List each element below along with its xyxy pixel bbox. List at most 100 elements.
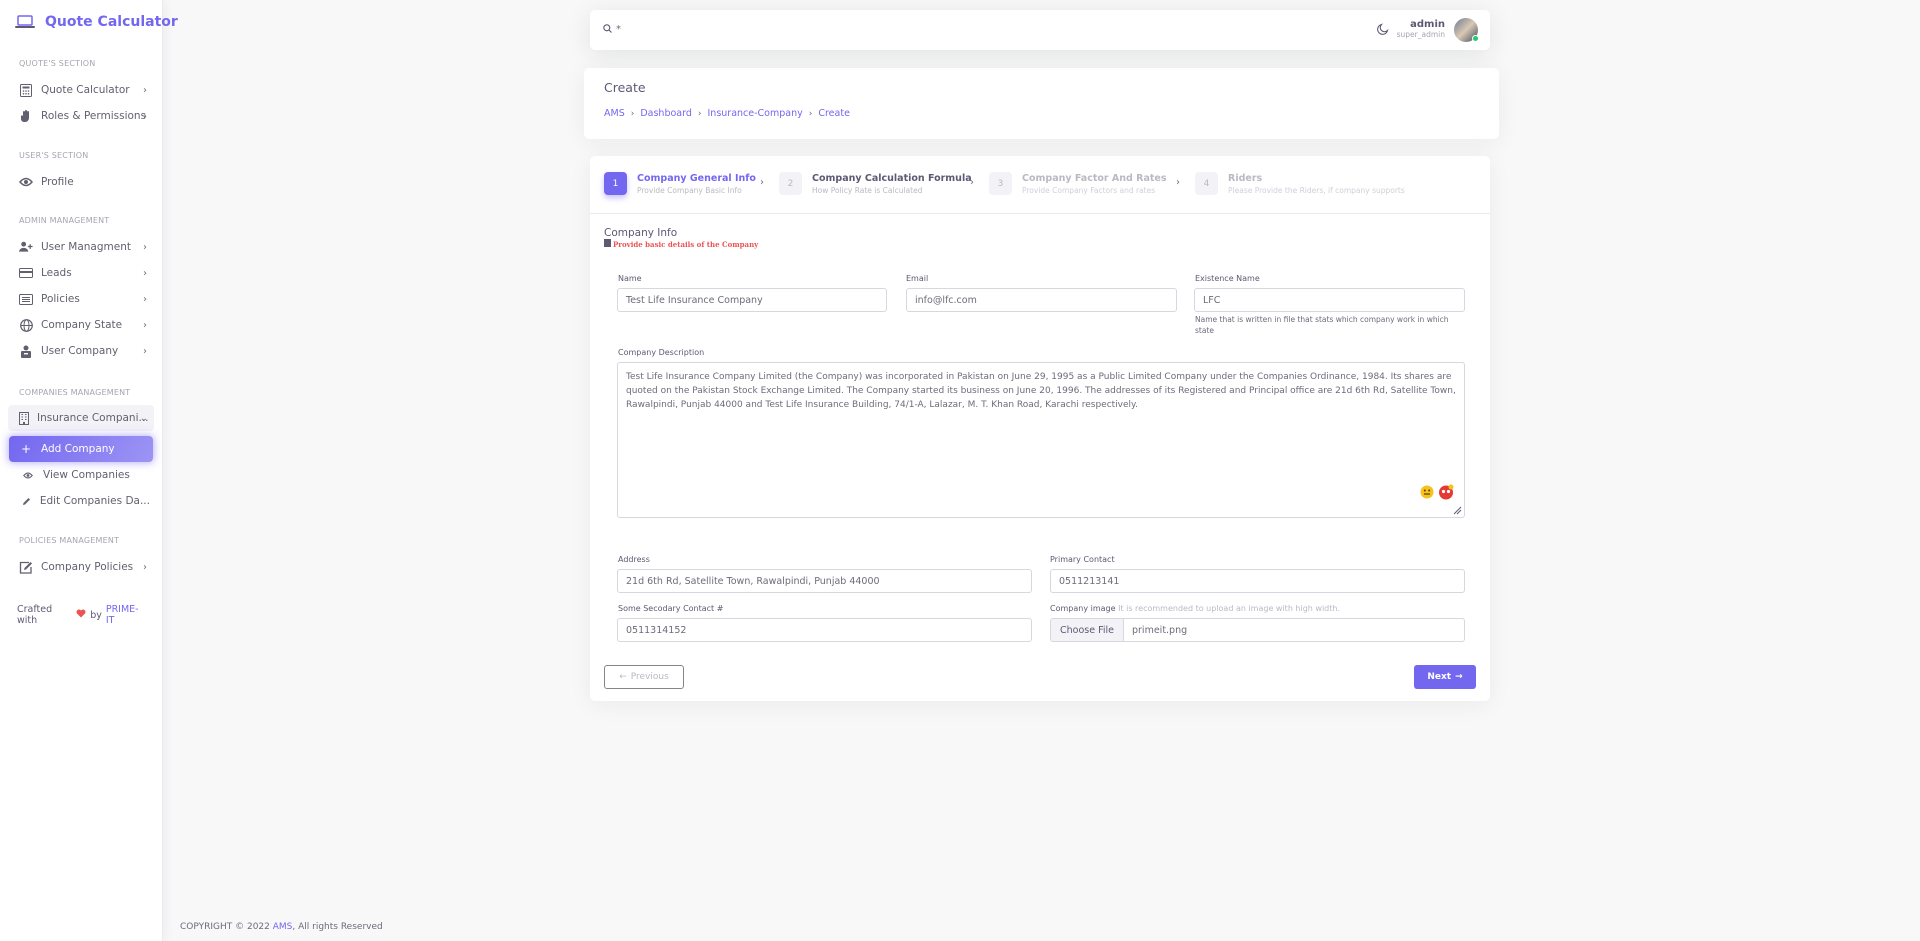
sidebar-item-profile[interactable]: Profile <box>0 169 162 195</box>
arrow-left-icon: ← <box>619 672 627 682</box>
sidebar-item-label: Company State <box>41 319 123 331</box>
sidebar-item-label: Profile <box>41 176 74 188</box>
sidebar-item-company-policies[interactable]: Company Policies › <box>0 554 162 580</box>
step-title: Company General Info <box>637 172 756 184</box>
section-heading-companies: COMPANIES MANAGEMENT <box>19 388 131 397</box>
sidebar-item-quote-calculator[interactable]: Quote Calculator › <box>0 77 162 103</box>
section-heading-users: USER'S SECTION <box>19 151 89 160</box>
sidebar-item-label: Roles & Permissions <box>41 110 147 122</box>
section-subtitle: Provide basic details of the Company <box>604 239 758 249</box>
sidebar-item-edit-companies[interactable]: Edit Companies Da... <box>0 488 162 514</box>
address-label: Address <box>618 555 650 564</box>
chevron-right-icon: › <box>143 267 147 279</box>
breadcrumb-item[interactable]: Insurance-Company <box>708 108 803 119</box>
sidebar-item-insurance-companies[interactable]: Insurance Compani... ⌄ <box>8 405 154 431</box>
moon-icon[interactable] <box>1377 23 1389 38</box>
top-navbar: admin super_admin <box>590 10 1490 50</box>
existence-name-help: Name that is written in file that stats … <box>1195 315 1449 336</box>
section-heading-quotes: QUOTE'S SECTION <box>19 59 96 68</box>
crafted-brand-link[interactable]: PRIME-IT <box>106 604 145 626</box>
search-bar[interactable] <box>603 23 816 36</box>
address-field[interactable]: 21d 6th Rd, Satellite Town, Rawalpindi, … <box>617 569 1032 593</box>
sidebar-item-user-managment[interactable]: User Managment › <box>0 234 162 260</box>
sidebar-item-roles-permissions[interactable]: Roles & Permissions › <box>0 103 162 129</box>
description-textarea[interactable]: Test Life Insurance Company Limited (the… <box>617 362 1465 518</box>
choose-file-button[interactable]: Choose File <box>1051 619 1124 641</box>
footer-brand-link[interactable]: AMS <box>273 922 293 932</box>
existence-name-field[interactable]: LFC <box>1194 288 1465 312</box>
emoji-icon[interactable] <box>1420 485 1434 505</box>
crafted-by: Crafted with by PRIME-IT <box>0 604 162 626</box>
wizard-step-3[interactable]: 3 Company Factor And Rates Provide Compa… <box>989 172 1167 195</box>
resize-handle-icon[interactable] <box>1453 506 1462 515</box>
sidebar-item-leads[interactable]: Leads › <box>0 260 162 286</box>
chevron-right-icon: › <box>1176 177 1180 188</box>
user-name: admin <box>1410 19 1445 30</box>
grammar-check-icon[interactable] <box>1438 484 1454 506</box>
eye-icon <box>19 175 33 189</box>
chevron-right-icon: › <box>143 561 147 573</box>
footer: COPYRIGHT © 2022 AMS, All rights Reserve… <box>180 922 383 932</box>
step-number: 3 <box>989 172 1012 195</box>
sidebar-item-label: Policies <box>41 293 80 305</box>
chevron-right-icon: › <box>143 241 147 253</box>
sidebar-item-label: Add Company <box>41 443 115 455</box>
chevron-right-icon: › <box>630 108 635 119</box>
step-title: Company Calculation Formula <box>812 172 972 184</box>
sidebar: Quote Calculator QUOTE'S SECTION Quote C… <box>0 0 178 941</box>
chevron-right-icon: › <box>970 177 974 188</box>
wizard-step-2[interactable]: 2 Company Calculation Formula How Policy… <box>779 172 972 195</box>
breadcrumb-item[interactable]: AMS <box>604 108 625 119</box>
brand[interactable]: Quote Calculator <box>0 0 178 44</box>
crafted-prefix: Crafted with <box>17 604 53 626</box>
wizard-steps: 1 Company General Info Provide Company B… <box>590 156 1490 214</box>
app-title: Quote Calculator <box>45 14 178 30</box>
secondary-contact-field[interactable]: 0511314152 <box>617 618 1032 642</box>
step-title: Company Factor And Rates <box>1022 172 1167 184</box>
sidebar-item-add-company[interactable]: + Add Company <box>9 436 153 462</box>
avatar[interactable] <box>1454 18 1479 42</box>
name-field[interactable]: Test Life Insurance Company <box>617 288 887 312</box>
chevron-right-icon: › <box>697 108 702 119</box>
description-text: Test Life Insurance Company Limited (the… <box>626 372 1456 410</box>
search-input[interactable] <box>616 24 816 35</box>
sidebar-item-view-companies[interactable]: View Companies <box>0 462 162 488</box>
step-number: 4 <box>1195 172 1218 195</box>
previous-button[interactable]: ← Previous <box>604 665 684 689</box>
sidebar-item-label: User Managment <box>41 241 131 253</box>
email-field[interactable]: info@lfc.com <box>906 288 1177 312</box>
step-subtitle: How Policy Rate is Calculated <box>812 185 923 195</box>
primary-contact-field[interactable]: 0511213141 <box>1050 569 1465 593</box>
next-button-label: Next <box>1427 672 1452 682</box>
pencil-icon <box>21 494 32 508</box>
chevron-right-icon: › <box>760 177 764 188</box>
chevron-right-icon: › <box>808 108 813 119</box>
sidebar-item-policies[interactable]: Policies › <box>0 286 162 312</box>
page-header: Create AMS › Dashboard › Insurance-Compa… <box>584 68 1499 139</box>
secondary-contact-label: Some Secodary Contact # <box>618 604 724 613</box>
sidebar-item-label: Quote Calculator <box>41 84 130 96</box>
globe-icon <box>19 318 33 332</box>
primary-contact-label: Primary Contact <box>1050 555 1115 564</box>
user-info[interactable]: admin super_admin <box>1397 19 1445 39</box>
company-wizard: 1 Company General Info Provide Company B… <box>590 156 1490 701</box>
laptop-icon <box>15 15 35 29</box>
section-heading-policies: POLICIES MANAGEMENT <box>19 536 120 545</box>
company-image-file-input[interactable]: Choose File primeit.png <box>1050 618 1465 642</box>
existence-name-label: Existence Name <box>1195 274 1260 283</box>
list-icon <box>19 292 33 306</box>
card-icon <box>19 266 33 280</box>
sidebar-item-user-company[interactable]: User Company › <box>0 338 162 364</box>
wizard-step-4[interactable]: 4 Riders Please Provide the Riders, if c… <box>1195 172 1405 195</box>
previous-button-label: Previous <box>630 672 669 682</box>
breadcrumb-item[interactable]: Dashboard <box>640 108 692 119</box>
sidebar-item-company-state[interactable]: Company State › <box>0 312 162 338</box>
step-title: Riders <box>1228 172 1263 184</box>
hand-icon <box>19 109 33 123</box>
file-name: primeit.png <box>1132 624 1188 636</box>
step-subtitle: Provide Company Basic Info <box>637 185 742 195</box>
user-role: super_admin <box>1396 30 1445 39</box>
next-button[interactable]: Next → <box>1414 665 1476 689</box>
wizard-step-1[interactable]: 1 Company General Info Provide Company B… <box>604 172 756 195</box>
section-title: Company Info <box>604 227 678 239</box>
